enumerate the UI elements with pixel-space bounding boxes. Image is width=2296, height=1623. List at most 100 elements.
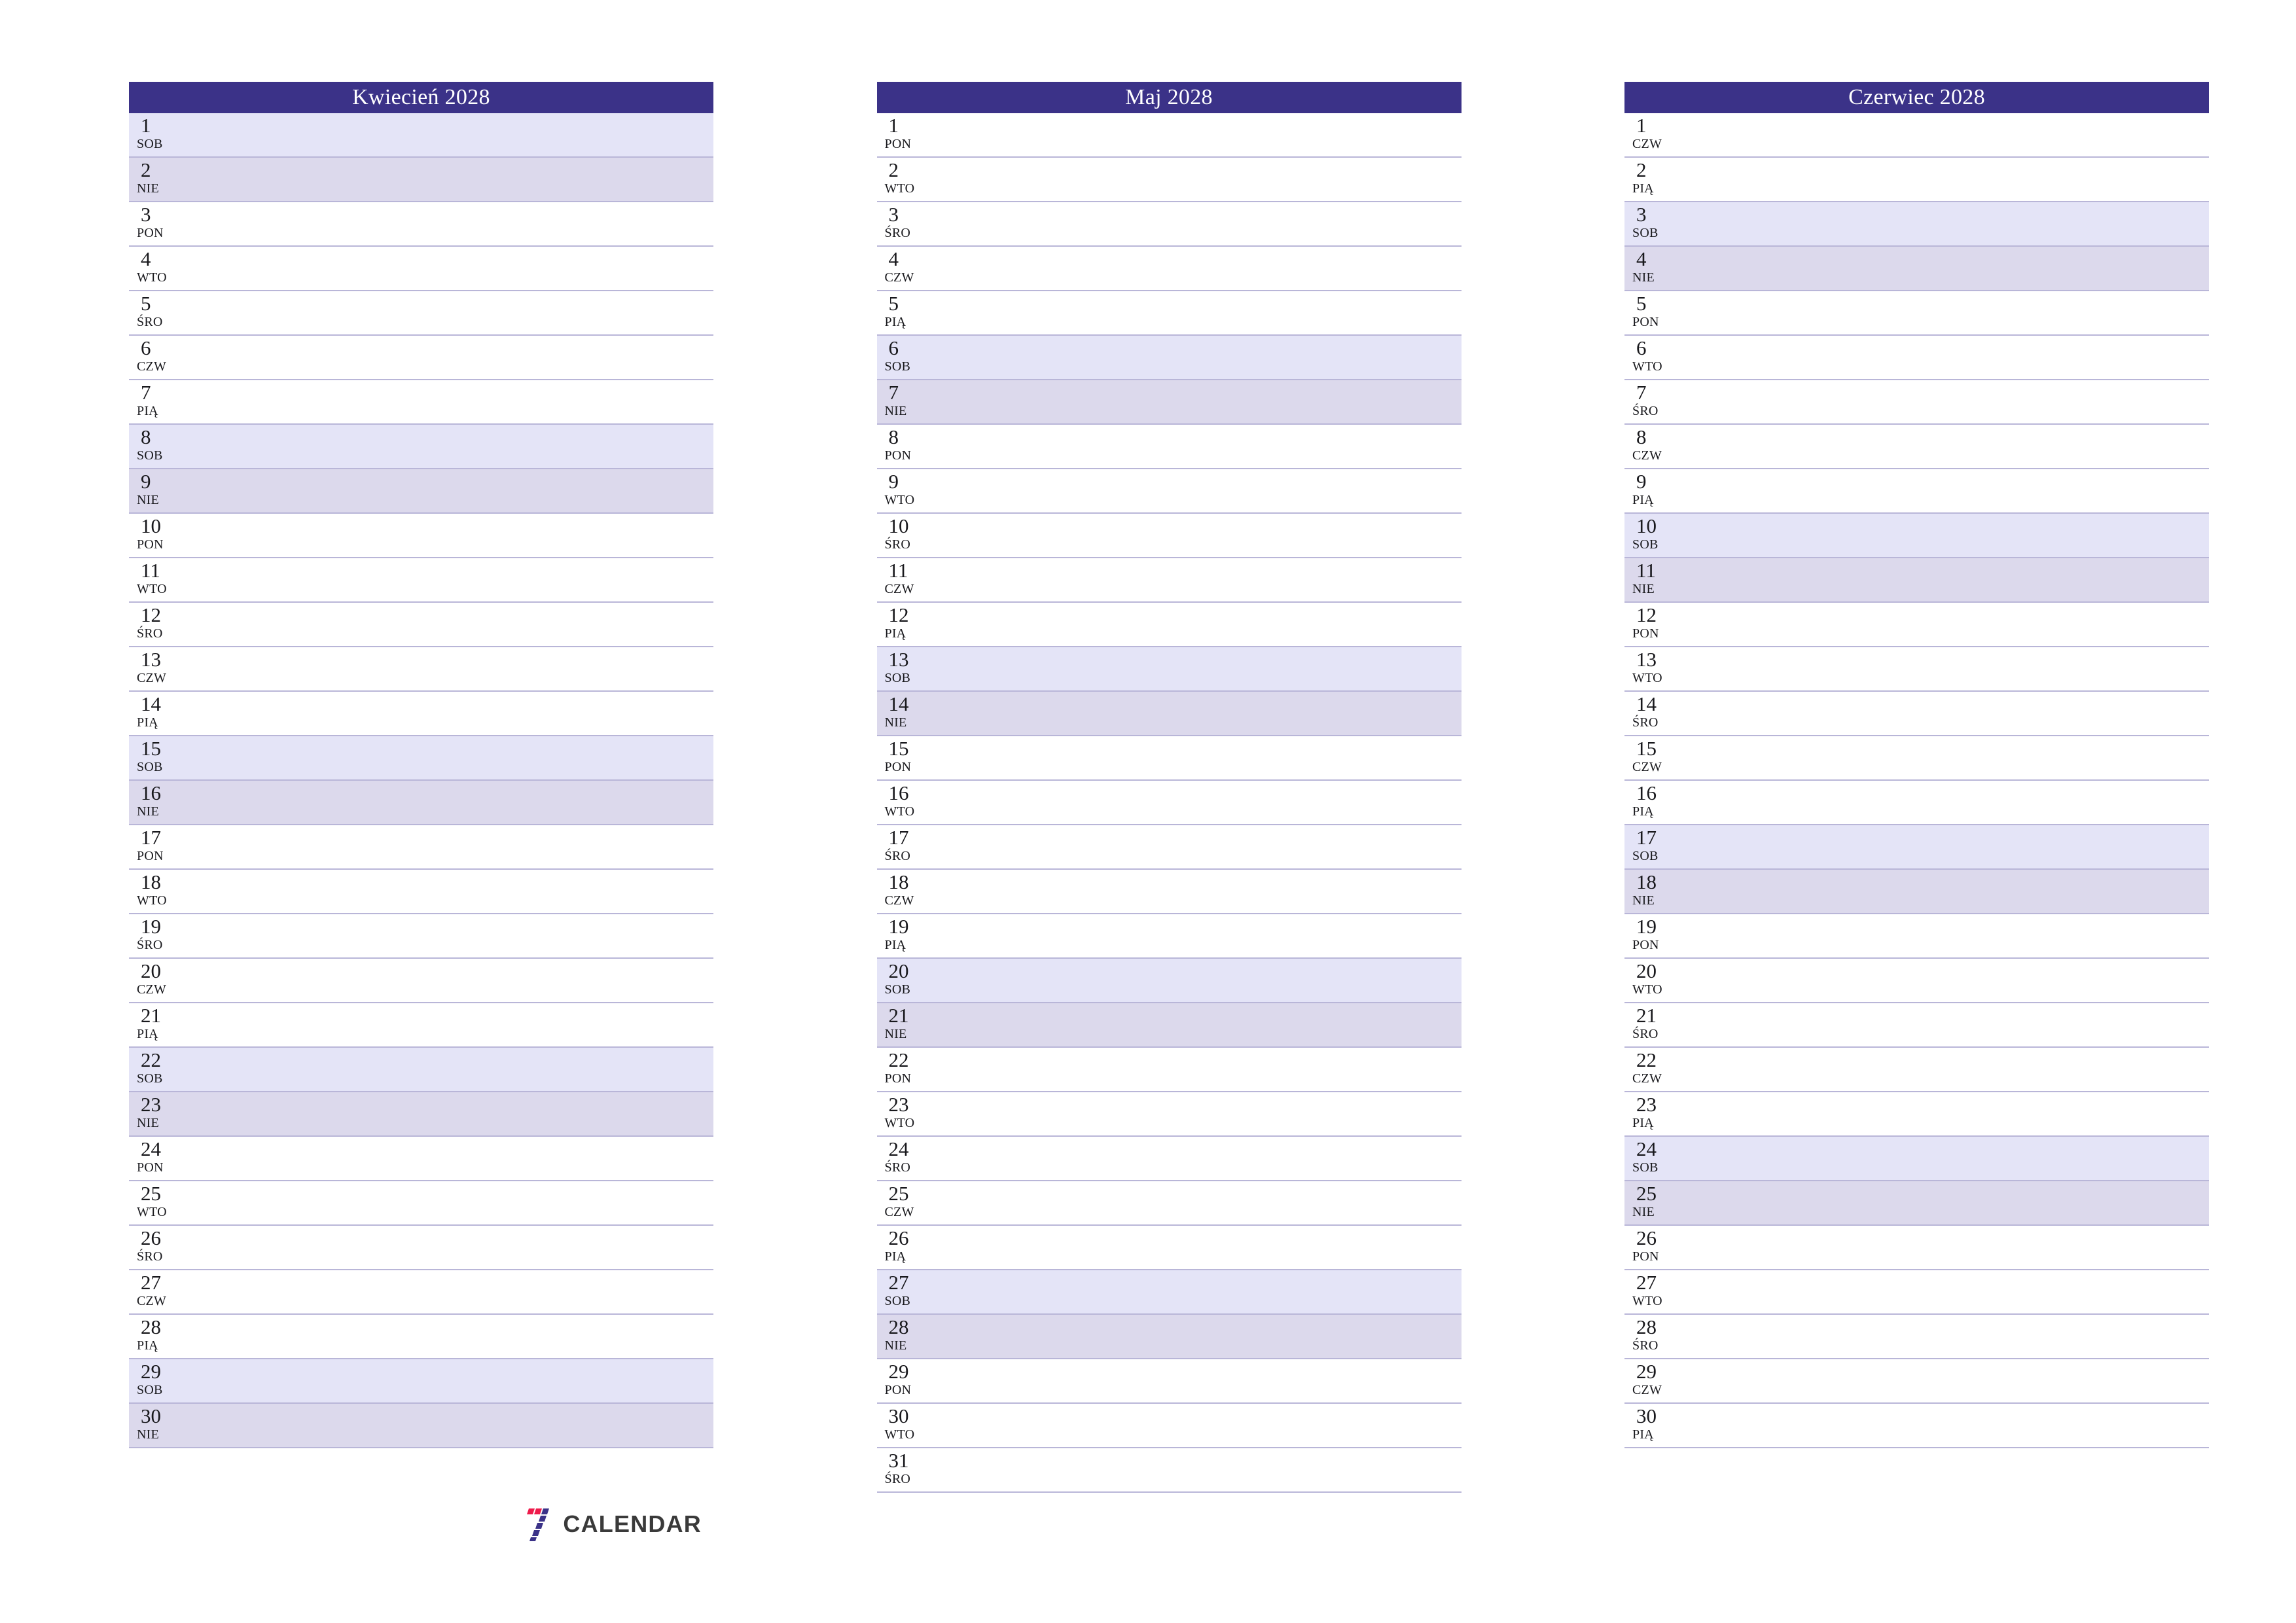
day-row[interactable]: 28 ŚRO: [1624, 1315, 2209, 1359]
day-row[interactable]: 9 NIE: [129, 469, 713, 514]
day-row[interactable]: 17 ŚRO: [876, 825, 1462, 870]
day-weekday-label: PON: [137, 537, 164, 552]
day-row[interactable]: 28 NIE: [876, 1315, 1462, 1359]
day-row[interactable]: 25 WTO: [129, 1181, 713, 1226]
day-row[interactable]: 1 SOB: [129, 113, 713, 158]
day-row[interactable]: 28 PIĄ: [129, 1315, 713, 1359]
day-weekday-label: CZW: [137, 982, 167, 997]
day-row[interactable]: 11 WTO: [129, 558, 713, 603]
day-row[interactable]: 6 WTO: [1624, 336, 2209, 380]
day-number: 7: [141, 381, 151, 404]
day-row[interactable]: 3 SOB: [1624, 202, 2209, 247]
day-row[interactable]: 7 NIE: [876, 380, 1462, 425]
day-row[interactable]: 24 PON: [129, 1137, 713, 1181]
day-row[interactable]: 3 ŚRO: [876, 202, 1462, 247]
day-row[interactable]: 9 PIĄ: [1624, 469, 2209, 514]
day-row[interactable]: 2 PIĄ: [1624, 158, 2209, 202]
day-row[interactable]: 27 CZW: [129, 1270, 713, 1315]
day-row[interactable]: 27 SOB: [876, 1270, 1462, 1315]
day-number: 26: [1636, 1226, 1657, 1249]
day-row[interactable]: 5 ŚRO: [129, 291, 713, 336]
day-number: 20: [888, 959, 909, 982]
day-row[interactable]: 24 ŚRO: [876, 1137, 1462, 1181]
day-weekday-label: SOB: [884, 359, 911, 374]
day-row[interactable]: 5 PON: [1624, 291, 2209, 336]
day-row[interactable]: 26 PON: [1624, 1226, 2209, 1270]
day-number: 18: [141, 870, 161, 893]
day-row[interactable]: 16 NIE: [129, 781, 713, 825]
day-row[interactable]: 12 ŚRO: [129, 603, 713, 647]
day-row[interactable]: 21 ŚRO: [1624, 1003, 2209, 1048]
day-row[interactable]: 30 WTO: [876, 1404, 1462, 1448]
day-row[interactable]: 26 ŚRO: [129, 1226, 713, 1270]
day-row[interactable]: 4 WTO: [129, 247, 713, 291]
day-row[interactable]: 14 PIĄ: [129, 692, 713, 736]
day-row[interactable]: 27 WTO: [1624, 1270, 2209, 1315]
day-row[interactable]: 4 NIE: [1624, 247, 2209, 291]
day-row[interactable]: 30 PIĄ: [1624, 1404, 2209, 1448]
day-row[interactable]: 29 CZW: [1624, 1359, 2209, 1404]
day-row[interactable]: 6 CZW: [129, 336, 713, 380]
day-row[interactable]: 13 WTO: [1624, 647, 2209, 692]
day-row[interactable]: 2 NIE: [129, 158, 713, 202]
day-row[interactable]: 23 NIE: [129, 1092, 713, 1137]
day-row[interactable]: 12 PIĄ: [876, 603, 1462, 647]
day-row[interactable]: 11 CZW: [876, 558, 1462, 603]
day-row[interactable]: 14 NIE: [876, 692, 1462, 736]
day-row[interactable]: 7 PIĄ: [129, 380, 713, 425]
day-row[interactable]: 18 NIE: [1624, 870, 2209, 914]
day-row[interactable]: 24 SOB: [1624, 1137, 2209, 1181]
day-row[interactable]: 22 SOB: [129, 1048, 713, 1092]
day-row[interactable]: 19 ŚRO: [129, 914, 713, 959]
day-row[interactable]: 29 SOB: [129, 1359, 713, 1404]
day-row[interactable]: 16 PIĄ: [1624, 781, 2209, 825]
day-row[interactable]: 2 WTO: [876, 158, 1462, 202]
day-row[interactable]: 25 NIE: [1624, 1181, 2209, 1226]
day-row[interactable]: 21 NIE: [876, 1003, 1462, 1048]
day-row[interactable]: 17 PON: [129, 825, 713, 870]
day-row[interactable]: 29 PON: [876, 1359, 1462, 1404]
day-row[interactable]: 30 NIE: [129, 1404, 713, 1448]
day-weekday-label: WTO: [884, 493, 915, 507]
day-row[interactable]: 8 SOB: [129, 425, 713, 469]
day-row[interactable]: 25 CZW: [876, 1181, 1462, 1226]
day-row[interactable]: 20 SOB: [876, 959, 1462, 1003]
day-row[interactable]: 15 CZW: [1624, 736, 2209, 781]
day-row[interactable]: 8 PON: [876, 425, 1462, 469]
day-row[interactable]: 21 PIĄ: [129, 1003, 713, 1048]
day-weekday-label: NIE: [137, 804, 159, 819]
day-row[interactable]: 1 PON: [876, 113, 1462, 158]
day-row[interactable]: 15 PON: [876, 736, 1462, 781]
day-row[interactable]: 10 SOB: [1624, 514, 2209, 558]
day-row[interactable]: 9 WTO: [876, 469, 1462, 514]
day-row[interactable]: 5 PIĄ: [876, 291, 1462, 336]
day-row[interactable]: 13 CZW: [129, 647, 713, 692]
day-row[interactable]: 23 PIĄ: [1624, 1092, 2209, 1137]
day-row[interactable]: 10 PON: [129, 514, 713, 558]
day-row[interactable]: 11 NIE: [1624, 558, 2209, 603]
day-row[interactable]: 20 WTO: [1624, 959, 2209, 1003]
day-row[interactable]: 19 PON: [1624, 914, 2209, 959]
day-row[interactable]: 23 WTO: [876, 1092, 1462, 1137]
day-row[interactable]: 16 WTO: [876, 781, 1462, 825]
day-row[interactable]: 18 WTO: [129, 870, 713, 914]
day-row[interactable]: 4 CZW: [876, 247, 1462, 291]
day-row[interactable]: 17 SOB: [1624, 825, 2209, 870]
day-row[interactable]: 12 PON: [1624, 603, 2209, 647]
day-row[interactable]: 3 PON: [129, 202, 713, 247]
day-row[interactable]: 14 ŚRO: [1624, 692, 2209, 736]
day-row[interactable]: 7 ŚRO: [1624, 380, 2209, 425]
day-row[interactable]: 15 SOB: [129, 736, 713, 781]
day-row[interactable]: 22 CZW: [1624, 1048, 2209, 1092]
day-row[interactable]: 13 SOB: [876, 647, 1462, 692]
day-row[interactable]: 31 ŚRO: [876, 1448, 1462, 1493]
day-row[interactable]: 18 CZW: [876, 870, 1462, 914]
day-row[interactable]: 20 CZW: [129, 959, 713, 1003]
day-row[interactable]: 1 CZW: [1624, 113, 2209, 158]
day-row[interactable]: 19 PIĄ: [876, 914, 1462, 959]
day-row[interactable]: 8 CZW: [1624, 425, 2209, 469]
day-row[interactable]: 26 PIĄ: [876, 1226, 1462, 1270]
day-row[interactable]: 22 PON: [876, 1048, 1462, 1092]
day-row[interactable]: 6 SOB: [876, 336, 1462, 380]
day-row[interactable]: 10 ŚRO: [876, 514, 1462, 558]
